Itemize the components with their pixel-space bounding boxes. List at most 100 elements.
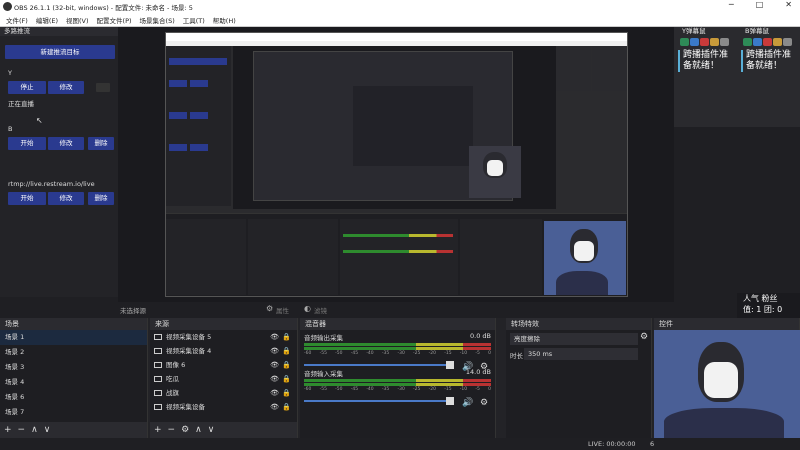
gear-icon[interactable]: ⚙: [266, 304, 273, 313]
target-b-edit-button[interactable]: 修改: [48, 137, 84, 150]
gear-icon[interactable]: ⚙: [640, 332, 648, 342]
volume-meter: [304, 347, 491, 350]
add-scene-button[interactable]: +: [4, 422, 12, 438]
menu-view[interactable]: 视图(V): [66, 15, 89, 25]
mixer-channel-db: 14.0 dB: [465, 368, 491, 376]
meter-tick-label: -30: [397, 351, 405, 356]
eye-icon[interactable]: 👁: [270, 344, 279, 358]
maximize-button[interactable]: □: [756, 0, 764, 9]
minimize-button[interactable]: ─: [729, 0, 734, 9]
lock-icon[interactable]: 🔒: [282, 400, 291, 414]
menu-file[interactable]: 文件(F): [6, 15, 28, 25]
meter-tick-label: -5: [475, 351, 480, 356]
eye-icon[interactable]: 👁: [270, 386, 279, 400]
mouse-cursor-icon: ↖: [36, 116, 43, 125]
filters-button[interactable]: 滤镜: [314, 305, 327, 315]
heart-icon[interactable]: [700, 38, 709, 46]
move-up-button[interactable]: ∧: [31, 422, 38, 438]
gamepad-icon: [154, 390, 162, 396]
meter-tick-label: -10: [459, 387, 468, 392]
remove-scene-button[interactable]: −: [18, 422, 26, 438]
meter-tick-label: -35: [381, 351, 390, 356]
transitions-title: 转场特效: [506, 318, 651, 330]
transition-select[interactable]: 亮度擦除: [510, 333, 638, 345]
scene-item[interactable]: 场景 2: [0, 345, 147, 360]
speaker-icon[interactable]: 🔊: [462, 398, 473, 408]
source-item[interactable]: 图像 6 👁 🔒: [150, 358, 297, 372]
lock-icon[interactable]: 🔒: [282, 372, 291, 386]
scene-item[interactable]: 场景 4: [0, 375, 147, 390]
webcam-overlay: [654, 330, 800, 438]
target-rtmp-start-button[interactable]: 开始: [8, 192, 46, 205]
move-down-button[interactable]: ∨: [44, 422, 51, 438]
scene-item[interactable]: 场景 1: [0, 330, 147, 345]
stats-popularity-label: 人气: [743, 294, 759, 303]
volume-slider[interactable]: [304, 397, 454, 405]
settings-icon[interactable]: [783, 38, 792, 46]
star-icon[interactable]: [773, 38, 782, 46]
gift-icon[interactable]: [743, 38, 752, 46]
target-y-delete-button[interactable]: [96, 83, 110, 92]
eye-icon[interactable]: 👁: [270, 372, 279, 386]
lock-icon[interactable]: 🔒: [282, 330, 291, 344]
gear-icon[interactable]: ⚙: [480, 398, 488, 408]
remove-source-button[interactable]: −: [168, 422, 176, 438]
target-rtmp-name: rtmp://live.restream.io/live: [8, 180, 95, 188]
scene-item[interactable]: 场景 3: [0, 360, 147, 375]
target-y-stop-button[interactable]: 停止: [8, 81, 46, 94]
source-item[interactable]: 吃瓜 👁 🔒: [150, 372, 297, 386]
duration-input[interactable]: 350 ms: [524, 348, 638, 360]
target-y-edit-button[interactable]: 修改: [48, 81, 84, 94]
chat-bubble-icon[interactable]: [753, 38, 762, 46]
lock-icon[interactable]: 🔒: [282, 358, 291, 372]
heart-icon[interactable]: [763, 38, 772, 46]
source-item[interactable]: 视频采集设备 4 👁 🔒: [150, 344, 297, 358]
lock-icon[interactable]: 🔒: [282, 386, 291, 400]
image-icon: [154, 376, 162, 382]
menu-tools[interactable]: 工具(T): [183, 15, 205, 25]
lock-icon[interactable]: 🔒: [282, 344, 291, 358]
eye-icon[interactable]: 👁: [270, 358, 279, 372]
source-settings-button[interactable]: ⚙: [181, 422, 189, 438]
target-rtmp-edit-button[interactable]: 修改: [48, 192, 84, 205]
source-label: 图像 6: [166, 361, 186, 369]
volume-slider[interactable]: [304, 361, 454, 369]
menu-help[interactable]: 帮助(H): [213, 15, 236, 25]
chat-bubble-icon[interactable]: [690, 38, 699, 46]
scene-item[interactable]: 场景 7: [0, 405, 147, 420]
source-item[interactable]: 视频采集设备 👁 🔒: [150, 400, 297, 414]
source-item[interactable]: 视频采集设备 5 👁 🔒: [150, 330, 297, 344]
properties-button[interactable]: 属性: [276, 305, 289, 315]
target-b-start-button[interactable]: 开始: [8, 137, 46, 150]
multistream-title: 多路推流: [0, 27, 118, 36]
close-button[interactable]: ✕: [785, 0, 792, 9]
settings-icon[interactable]: [720, 38, 729, 46]
eye-icon[interactable]: 👁: [270, 400, 279, 414]
new-target-button[interactable]: 新建推流目标: [5, 45, 115, 59]
menu-scene-collection[interactable]: 场景集合(S): [140, 15, 175, 25]
meter-tick-label: -15: [444, 387, 452, 392]
eye-icon[interactable]: 👁: [270, 330, 279, 344]
chat-dock-b-message: 跨播插件准备就绪！: [741, 50, 796, 72]
target-rtmp-delete-button[interactable]: 删除: [88, 192, 114, 205]
move-up-button[interactable]: ∧: [195, 422, 202, 438]
menu-edit[interactable]: 编辑(E): [36, 15, 58, 25]
mixer-channel-db: 0.0 dB: [470, 332, 491, 340]
nested-titlebar: [166, 33, 627, 41]
filter-icon[interactable]: ◐: [304, 304, 311, 313]
move-down-button[interactable]: ∨: [208, 422, 215, 438]
transitions-dock: 转场特效 亮度擦除 ⚙ 时长 350 ms: [506, 318, 652, 438]
meter-tick-label: -25: [413, 387, 421, 392]
meter-tick-label: -15: [444, 351, 452, 356]
add-source-button[interactable]: +: [154, 422, 162, 438]
meter-tick-label: -50: [335, 351, 343, 356]
menu-profile[interactable]: 配置文件(P): [97, 15, 132, 25]
scene-item[interactable]: 场景 6: [0, 390, 147, 405]
meter-tick-label: -45: [350, 387, 359, 392]
star-icon[interactable]: [710, 38, 719, 46]
gift-icon[interactable]: [680, 38, 689, 46]
target-b-delete-button[interactable]: 删除: [88, 137, 114, 150]
source-item[interactable]: 战旗 👁 🔒: [150, 386, 297, 400]
menu-bar: 文件(F) 编辑(E) 视图(V) 配置文件(P) 场景集合(S) 工具(T) …: [0, 13, 800, 27]
target-b-name: B: [8, 125, 13, 133]
